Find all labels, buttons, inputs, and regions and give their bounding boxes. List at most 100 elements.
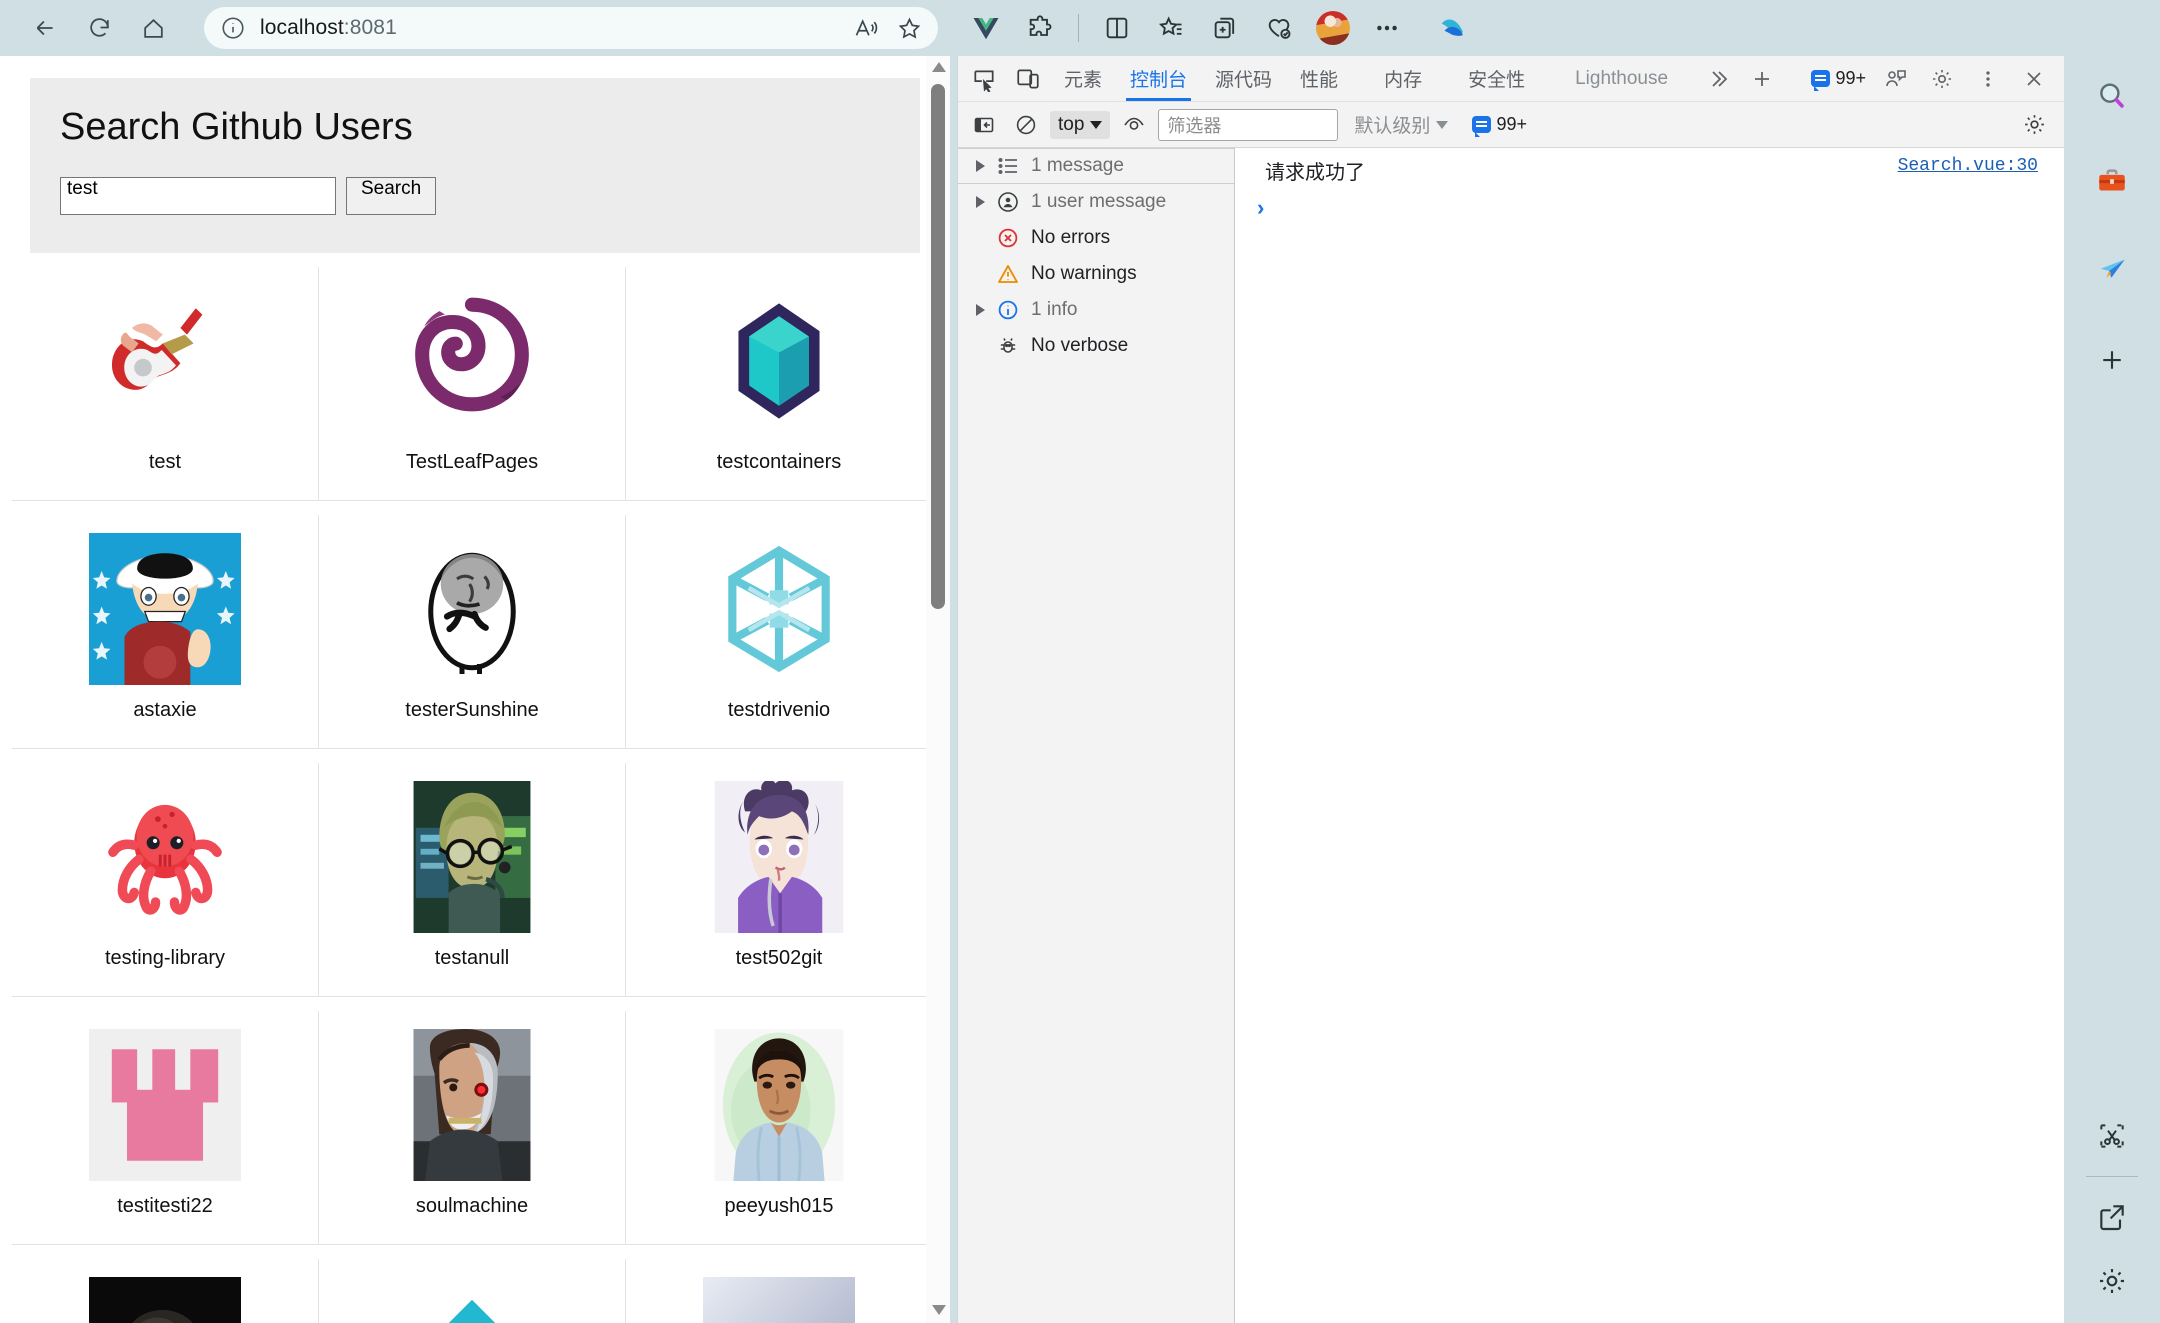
extensions-button[interactable] (1016, 6, 1064, 50)
add-tab-icon (1214, 17, 1235, 39)
tab-performance[interactable]: 性能 (1286, 57, 1352, 101)
list-item[interactable]: testcontainers (626, 267, 933, 500)
execution-context-select[interactable]: top (1050, 110, 1111, 139)
info-circle-icon[interactable] (220, 15, 246, 41)
log-level-select[interactable]: 默认级别 (1354, 111, 1449, 138)
list-item[interactable]: peeyush015 (626, 1011, 933, 1244)
sidebar-item-warnings[interactable]: No warnings (958, 256, 1234, 292)
console-filter-input[interactable]: 筛选器 (1158, 108, 1339, 141)
browser-more-button[interactable] (1363, 6, 1411, 50)
tab-memory[interactable]: 内存 (1370, 57, 1436, 101)
live-expression-button[interactable] (1116, 109, 1152, 141)
list-item[interactable] (626, 1259, 933, 1323)
sidebar-item-errors[interactable]: No errors (958, 220, 1234, 256)
device-toolbar-button[interactable] (1006, 59, 1050, 99)
list-item[interactable] (12, 1259, 319, 1323)
scroll-down-arrow[interactable] (932, 1305, 946, 1315)
address-bar-url: localhost:8081 (260, 16, 397, 39)
edge-settings-button[interactable] (2080, 1249, 2144, 1313)
sidebar-item-user-messages[interactable]: 1 user message (958, 184, 1234, 220)
list-item[interactable]: soulmachine (319, 1011, 626, 1244)
sidebar-item-verbose[interactable]: No verbose (958, 328, 1234, 364)
console-settings-button[interactable] (2016, 109, 2052, 141)
split-screen-button[interactable] (1093, 6, 1141, 50)
list-item[interactable]: test502git (626, 763, 933, 996)
sidebar-item-label: No warnings (1031, 263, 1137, 284)
tab-elements[interactable]: 元素 (1050, 57, 1116, 101)
send-plane-icon (2100, 259, 2125, 278)
vue-devtools-button[interactable] (962, 6, 1010, 50)
list-item[interactable]: TestLeafPages (319, 267, 626, 500)
edge-open-external-button[interactable] (2080, 1185, 2144, 1249)
guitar-avatar-icon (111, 308, 203, 390)
back-button[interactable] (22, 5, 68, 51)
devtools-panel: 元素 控制台 源代码 性能 内存 安全性 Lighthouse 99+ top … (957, 56, 2064, 1323)
favorite-button[interactable] (888, 9, 930, 47)
search-input[interactable]: test (60, 177, 336, 215)
console-sidebar-toggle[interactable] (966, 109, 1002, 141)
console-issues-badge[interactable]: 99+ (1466, 114, 1533, 137)
refresh-button[interactable] (76, 5, 122, 51)
edge-search-button[interactable] (2080, 64, 2144, 128)
address-bar[interactable]: localhost:8081 (204, 7, 938, 49)
terminator-avatar (396, 1029, 548, 1181)
edge-tools-button[interactable] (2080, 150, 2144, 214)
expand-triangle-icon[interactable] (976, 196, 985, 208)
portrait-avatar (703, 1029, 855, 1181)
edge-send-button[interactable] (2080, 236, 2144, 300)
devtools-more-button[interactable] (1966, 59, 2010, 99)
clear-console-button[interactable] (1008, 109, 1044, 141)
issues-badge[interactable]: 99+ (1805, 68, 1872, 91)
browser-essentials-button[interactable] (1255, 6, 1303, 50)
list-item[interactable] (319, 1259, 626, 1323)
tab-console[interactable]: 控制台 (1116, 57, 1201, 101)
more-tabs-button[interactable] (1696, 59, 1740, 99)
row-spacer (0, 997, 950, 1011)
console-message-source-link[interactable]: Search.vue:30 (1898, 156, 2038, 176)
copilot-button[interactable] (1429, 6, 1477, 50)
profile-button[interactable] (1309, 6, 1357, 50)
list-item[interactable]: test (12, 267, 319, 500)
list-item[interactable]: astaxie (12, 515, 319, 748)
console-prompt[interactable]: › (1235, 189, 2064, 221)
page-scrollbar[interactable] (926, 56, 950, 1323)
add-tab-button[interactable] (1201, 6, 1249, 50)
list-item[interactable]: testitesti22 (12, 1011, 319, 1244)
console-messages[interactable]: 请求成功了 Search.vue:30 › (1235, 148, 2064, 1323)
scroll-up-arrow[interactable] (932, 62, 946, 72)
sidebar-item-label: 1 message (1031, 155, 1124, 176)
feedback-button[interactable] (1874, 59, 1918, 99)
search-button[interactable]: Search (346, 177, 437, 215)
page-title: Search Github Users (60, 106, 413, 148)
expand-triangle-icon[interactable] (976, 160, 985, 172)
console-message[interactable]: 请求成功了 Search.vue:30 (1235, 148, 2064, 189)
favorite-star-icon (898, 17, 920, 39)
plus-icon (1755, 71, 1770, 86)
tab-security[interactable]: 安全性 (1454, 57, 1539, 101)
read-aloud-button[interactable] (844, 9, 886, 47)
list-item[interactable]: testing-library (12, 763, 319, 996)
row-spacer (0, 501, 950, 515)
log-level-label: 默认级别 (1354, 116, 1431, 137)
list-item[interactable]: testanull (319, 763, 626, 996)
collections-button[interactable] (1147, 6, 1195, 50)
tab-lighthouse[interactable]: Lighthouse (1561, 57, 1682, 101)
sidebar-item-messages[interactable]: 1 message (958, 148, 1234, 184)
list-item[interactable]: testdrivenio (626, 515, 933, 748)
collections-star-icon (1158, 16, 1182, 36)
light-gradient-avatar-icon (703, 1277, 855, 1323)
tab-sources[interactable]: 源代码 (1201, 57, 1286, 101)
red-octopus-avatar (89, 781, 241, 933)
edge-snip-button[interactable] (2080, 1104, 2144, 1168)
edge-add-button[interactable] (2080, 328, 2144, 392)
home-button[interactable] (130, 5, 176, 51)
scrollbar-thumb[interactable] (931, 84, 945, 609)
inspect-element-button[interactable] (962, 59, 1006, 99)
add-panel-button[interactable] (1740, 59, 1784, 99)
list-item[interactable]: testerSunshine (319, 515, 626, 748)
expand-triangle-icon[interactable] (976, 304, 985, 316)
list-icon (995, 153, 1021, 179)
devtools-close-button[interactable] (2012, 59, 2056, 99)
devtools-settings-button[interactable] (1920, 59, 1964, 99)
sidebar-item-info[interactable]: 1 info (958, 292, 1234, 328)
